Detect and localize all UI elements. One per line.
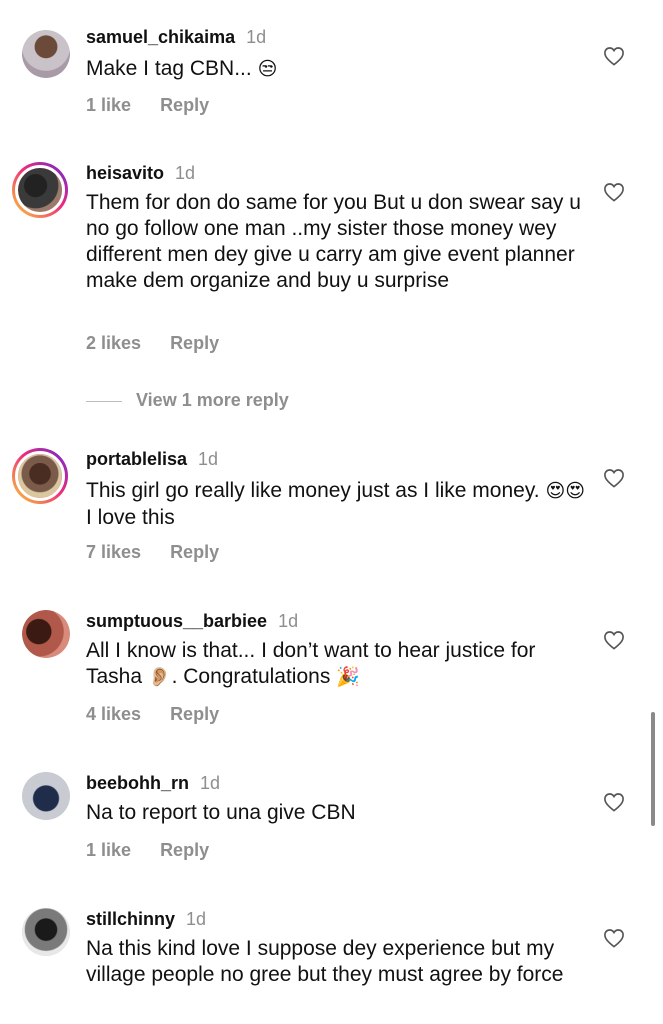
comment-text: Them for don do same for you But u don s…: [86, 191, 581, 292]
heart-outline-icon[interactable]: [603, 630, 625, 650]
avatar[interactable]: [22, 772, 70, 820]
unamused-emoji: 😒: [257, 59, 278, 80]
reply-button[interactable]: Reply: [170, 542, 219, 562]
divider-line: [86, 400, 122, 402]
scrollbar-thumb[interactable]: [651, 712, 655, 826]
comment-time: 1d: [278, 611, 299, 631]
avatar[interactable]: [22, 30, 70, 78]
comment-time: 1d: [246, 27, 267, 47]
heart-outline-icon[interactable]: [603, 468, 625, 488]
comment-time: 1d: [200, 773, 221, 793]
view-more-replies-button[interactable]: View 1 more reply: [86, 390, 289, 411]
comment-text: Make I tag CBN... 😒: [86, 57, 278, 80]
avatar[interactable]: [12, 162, 68, 218]
comment-time: 1d: [175, 163, 196, 183]
like-count[interactable]: 4 likes: [86, 704, 141, 724]
reply-button[interactable]: Reply: [170, 333, 219, 353]
heart-eyes-emoji: 😍😍: [545, 481, 586, 502]
comment-text: All I know is that... I don’t want to he…: [86, 639, 536, 688]
avatar[interactable]: [22, 610, 70, 658]
comment-username[interactable]: portablelisa: [86, 449, 187, 469]
ear-emoji: 👂🏼: [147, 667, 172, 688]
like-count[interactable]: 1 like: [86, 840, 131, 860]
avatar[interactable]: [22, 908, 70, 956]
reply-button[interactable]: Reply: [160, 95, 209, 115]
comment-time: 1d: [198, 449, 219, 469]
party-popper-emoji: 🎉: [336, 667, 360, 688]
heart-outline-icon[interactable]: [603, 928, 625, 948]
comment-username[interactable]: beebohh_rn: [86, 773, 189, 793]
reply-button[interactable]: Reply: [170, 704, 219, 724]
comment-username[interactable]: heisavito: [86, 163, 164, 183]
comment-username[interactable]: stillchinny: [86, 909, 175, 929]
comment-text: Na to report to una give CBN: [86, 801, 356, 824]
comment-username[interactable]: samuel_chikaima: [86, 27, 235, 47]
heart-outline-icon[interactable]: [603, 46, 625, 66]
heart-outline-icon[interactable]: [603, 182, 625, 202]
like-count[interactable]: 7 likes: [86, 542, 141, 562]
comment-text: Na this kind love I suppose dey experien…: [86, 937, 564, 986]
heart-outline-icon[interactable]: [603, 792, 625, 812]
comment-text: This girl go really like money just as I…: [86, 479, 586, 529]
comment-username[interactable]: sumptuous__barbiee: [86, 611, 267, 631]
like-count[interactable]: 1 like: [86, 95, 131, 115]
like-count[interactable]: 2 likes: [86, 333, 141, 353]
reply-button[interactable]: Reply: [160, 840, 209, 860]
comment-time: 1d: [186, 909, 207, 929]
avatar[interactable]: [12, 448, 68, 504]
